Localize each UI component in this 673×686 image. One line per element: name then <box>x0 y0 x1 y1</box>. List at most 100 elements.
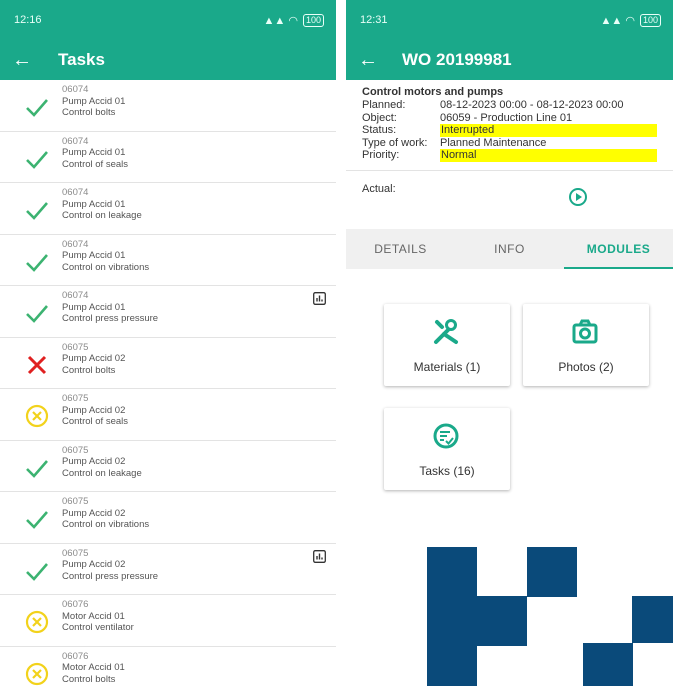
camera-icon <box>572 319 598 344</box>
task-row[interactable]: 06075 Pump Accid 02 Control on leakage <box>0 441 336 492</box>
task-row[interactable]: 06074 Pump Accid 01 Control bolts <box>0 80 336 132</box>
task-description: Control on vibrations <box>62 261 150 273</box>
task-row[interactable]: 06075 Pump Accid 02 Control bolts <box>0 338 336 389</box>
task-text: 06075 Pump Accid 02 Control press pressu… <box>62 548 158 583</box>
task-list: 06074 Pump Accid 01 Control bolts 06074 … <box>0 80 336 686</box>
task-code: 06076 <box>62 650 89 662</box>
tasks-label: Tasks (16) <box>419 464 475 478</box>
tab-modules[interactable]: MODULES <box>564 229 673 269</box>
status-time: 12:16 <box>14 14 42 26</box>
arrow-left-icon[interactable]: ← <box>358 49 378 72</box>
tasks-screen: 12:16 ▲▲ ◠ 100 ← Tasks 06074 Pump Accid … <box>0 0 336 686</box>
task-row[interactable]: 06075 Pump Accid 02 Control press pressu… <box>0 544 336 595</box>
app-bar: ← WO 20199981 <box>346 40 673 80</box>
check-icon <box>26 305 48 323</box>
task-code: 06074 <box>62 135 89 147</box>
task-equipment: Pump Accid 02 <box>62 507 126 519</box>
task-equipment: Pump Accid 01 <box>62 250 126 261</box>
planned-row: Planned: 08-12-2023 00:00 - 08-12-2023 00… <box>362 99 657 112</box>
object-row: Object: 06059 - Production Line 01 <box>362 112 657 125</box>
cross-icon <box>27 355 47 374</box>
type-row: Type of work: Planned Maintenance <box>362 137 657 150</box>
task-code: 06075 <box>62 393 89 404</box>
task-text: 06075 Pump Accid 02 Control on vibration… <box>62 496 149 531</box>
task-row[interactable]: 06076 Motor Accid 01 Control ventilator <box>0 595 336 647</box>
status-value: Interrupted <box>440 124 657 137</box>
priority-value: Normal <box>440 149 657 162</box>
chart-icon[interactable] <box>313 549 326 563</box>
task-row[interactable]: 06075 Pump Accid 02 Control of seals <box>0 389 336 441</box>
status-time: 12:31 <box>360 14 388 26</box>
task-row[interactable]: 06074 Pump Accid 01 Control press pressu… <box>0 286 336 338</box>
priority-row: Priority: Normal <box>362 149 657 162</box>
task-code: 06074 <box>62 290 89 301</box>
signal-icon: ▲▲ ◠ <box>600 14 635 27</box>
task-row[interactable]: 06075 Pump Accid 02 Control on vibration… <box>0 492 336 544</box>
task-code: 06074 <box>62 187 89 198</box>
tab-info[interactable]: INFO <box>455 229 564 269</box>
task-text: 06074 Pump Accid 01 Control press pressu… <box>62 290 158 325</box>
task-description: Control ventilator <box>62 622 134 633</box>
decor-block <box>583 643 633 686</box>
status-label: Status: <box>362 124 397 136</box>
task-list-icon <box>433 423 459 449</box>
task-equipment: Pump Accid 02 <box>62 404 126 416</box>
work-order-screen: 12:31 ▲▲ ◠ 100 ← WO 20199981 Control mot… <box>346 0 673 686</box>
task-code: 06075 <box>62 496 89 507</box>
cancel-circle-icon <box>25 404 49 428</box>
planned-label: Planned: <box>362 99 406 111</box>
task-text: 06075 Pump Accid 02 Control of seals <box>62 393 128 428</box>
task-code: 06075 <box>62 341 89 353</box>
status-row: Status: Interrupted <box>362 124 657 137</box>
actual-label: Actual: <box>362 182 396 195</box>
task-row[interactable]: 06076 Motor Accid 01 Control bolts <box>0 647 336 686</box>
decor-block <box>527 547 577 597</box>
task-description: Control bolts <box>62 673 116 685</box>
planned-value: 08-12-2023 00:00 - 08-12-2023 00:00 <box>440 99 624 111</box>
type-value: Planned Maintenance <box>440 136 547 149</box>
task-text: 06076 Motor Accid 01 Control ventilator <box>62 599 134 634</box>
materials-card[interactable]: Materials (1) <box>384 304 510 386</box>
tab-details[interactable]: DETAILS <box>346 229 455 269</box>
decor-block <box>427 547 477 686</box>
task-description: Control bolts <box>62 364 116 376</box>
task-text: 06075 Pump Accid 02 Control bolts <box>62 342 125 377</box>
task-equipment: Pump Accid 01 <box>62 198 126 210</box>
page-title: WO 20199981 <box>402 50 512 69</box>
task-code: 06075 <box>62 547 89 559</box>
photos-card[interactable]: Photos (2) <box>523 304 649 386</box>
task-description: Control press pressure <box>62 313 159 324</box>
task-description: Control on vibrations <box>62 519 150 530</box>
task-equipment: Motor Accid 01 <box>62 610 125 622</box>
status-bar: 12:31 ▲▲ ◠ 100 <box>346 0 673 40</box>
task-description: Control on leakage <box>62 210 142 221</box>
tools-icon <box>434 319 458 344</box>
photos-label: Photos (2) <box>558 360 614 374</box>
play-circle-icon[interactable] <box>568 187 588 207</box>
arrow-left-icon[interactable]: ← <box>12 49 32 72</box>
task-description: Control on leakage <box>62 467 142 479</box>
status-bar: 12:16 ▲▲ ◠ 100 <box>0 0 336 40</box>
task-text: 06074 Pump Accid 01 Control on vibration… <box>62 239 149 274</box>
task-equipment: Pump Accid 01 <box>62 301 126 313</box>
check-icon <box>26 562 48 581</box>
check-icon <box>26 459 48 478</box>
task-description: Control bolts <box>62 107 116 118</box>
chart-icon[interactable] <box>313 292 326 305</box>
work-order-details: Control motors and pumps Planned: 08-12-2… <box>346 80 673 162</box>
task-row[interactable]: 06074 Pump Accid 01 Control of seals <box>0 132 336 183</box>
task-code: 06074 <box>62 84 89 95</box>
check-icon <box>26 511 48 529</box>
task-description: Control press pressure <box>62 570 159 582</box>
tasks-card[interactable]: Tasks (16) <box>384 408 510 490</box>
app-bar: ← Tasks <box>0 40 336 80</box>
task-row[interactable]: 06074 Pump Accid 01 Control on vibration… <box>0 235 336 286</box>
task-equipment: Pump Accid 01 <box>62 95 126 107</box>
cancel-circle-icon <box>25 662 49 685</box>
task-row[interactable]: 06074 Pump Accid 01 Control on leakage <box>0 183 336 235</box>
task-equipment: Pump Accid 02 <box>62 559 126 570</box>
task-equipment: Pump Accid 01 <box>62 147 126 158</box>
signal-icon: ▲▲ ◠ <box>263 14 298 27</box>
check-icon <box>26 99 48 117</box>
battery-icon: 100 <box>302 13 324 27</box>
